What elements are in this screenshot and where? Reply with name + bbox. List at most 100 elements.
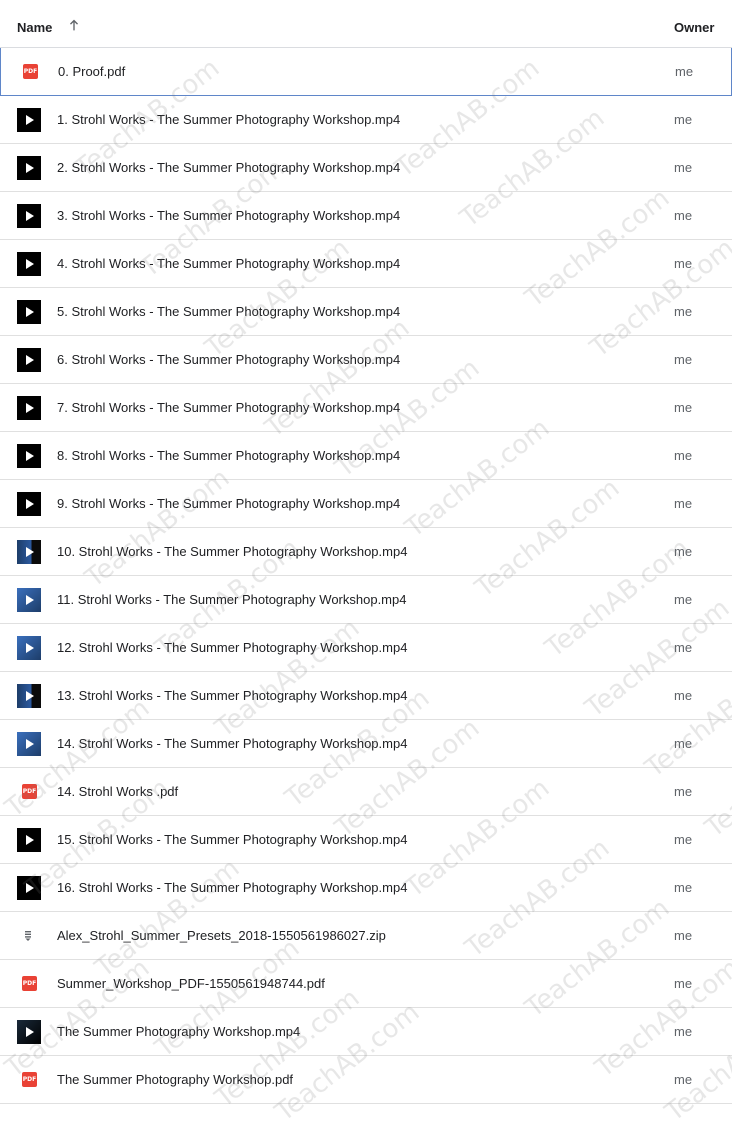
file-owner: me <box>674 976 693 991</box>
video-thumbnail <box>17 684 41 708</box>
file-name[interactable]: 14. Strohl Works .pdf <box>57 784 178 799</box>
play-icon <box>26 163 34 173</box>
file-row[interactable]: 10. Strohl Works - The Summer Photograph… <box>0 528 732 576</box>
file-row[interactable]: 3. Strohl Works - The Summer Photography… <box>0 192 732 240</box>
video-file-icon <box>17 876 41 900</box>
play-icon <box>26 835 34 845</box>
file-list: PDF 0. Proof.pdf me 1. Strohl Works - The S… <box>0 48 732 1104</box>
file-name[interactable]: 2. Strohl Works - The Summer Photography… <box>57 160 400 175</box>
video-thumbnail <box>17 876 41 900</box>
file-owner: me <box>674 880 693 895</box>
file-row[interactable]: 2. Strohl Works - The Summer Photography… <box>0 144 732 192</box>
video-file-icon <box>17 588 41 612</box>
play-icon <box>26 307 34 317</box>
video-file-icon <box>17 348 41 372</box>
play-icon <box>26 355 34 365</box>
file-name[interactable]: 6. Strohl Works - The Summer Photography… <box>57 352 400 367</box>
video-file-icon <box>17 252 41 276</box>
file-list-header: Name Owner <box>0 0 732 48</box>
file-row[interactable]: 14. Strohl Works - The Summer Photograph… <box>0 720 732 768</box>
video-thumbnail <box>17 636 41 660</box>
video-thumbnail <box>17 444 41 468</box>
file-name[interactable]: The Summer Photography Workshop.pdf <box>57 1072 293 1087</box>
play-icon <box>26 211 34 221</box>
video-thumbnail <box>17 348 41 372</box>
pdf-file-icon: PDF <box>18 60 42 84</box>
file-name[interactable]: 4. Strohl Works - The Summer Photography… <box>57 256 400 271</box>
file-name[interactable]: 8. Strohl Works - The Summer Photography… <box>57 448 400 463</box>
video-file-icon <box>17 636 41 660</box>
play-icon <box>26 499 34 509</box>
pdf-badge: PDF <box>22 976 37 991</box>
pdf-file-icon: PDF <box>17 1068 41 1092</box>
file-owner: me <box>674 160 693 175</box>
owner-column-header[interactable]: Owner <box>674 20 714 35</box>
video-thumbnail <box>17 588 41 612</box>
pdf-file-icon: PDF <box>17 780 41 804</box>
file-name[interactable]: 1. Strohl Works - The Summer Photography… <box>57 112 400 127</box>
file-name[interactable]: 5. Strohl Works - The Summer Photography… <box>57 304 400 319</box>
file-row[interactable]: 6. Strohl Works - The Summer Photography… <box>0 336 732 384</box>
file-name[interactable]: 14. Strohl Works - The Summer Photograph… <box>57 736 407 751</box>
file-row[interactable]: PDF 0. Proof.pdf me <box>0 48 732 96</box>
name-column-header[interactable]: Name <box>17 20 52 35</box>
file-name[interactable]: 16. Strohl Works - The Summer Photograph… <box>57 880 407 895</box>
video-thumbnail <box>17 252 41 276</box>
file-row[interactable]: 16. Strohl Works - The Summer Photograph… <box>0 864 732 912</box>
file-owner: me <box>674 1024 693 1039</box>
play-icon <box>26 643 34 653</box>
file-row[interactable]: 12. Strohl Works - The Summer Photograph… <box>0 624 732 672</box>
file-name[interactable]: 10. Strohl Works - The Summer Photograph… <box>57 544 407 559</box>
video-file-icon <box>17 108 41 132</box>
file-name[interactable]: 12. Strohl Works - The Summer Photograph… <box>57 640 407 655</box>
file-row[interactable]: 9. Strohl Works - The Summer Photography… <box>0 480 732 528</box>
play-icon <box>26 883 34 893</box>
file-name[interactable]: 3. Strohl Works - The Summer Photography… <box>57 208 400 223</box>
file-owner: me <box>675 64 694 79</box>
file-row[interactable]: 5. Strohl Works - The Summer Photography… <box>0 288 732 336</box>
file-row[interactable]: 11. Strohl Works - The Summer Photograph… <box>0 576 732 624</box>
file-name[interactable]: 15. Strohl Works - The Summer Photograph… <box>57 832 407 847</box>
file-owner: me <box>674 640 693 655</box>
file-row[interactable]: 1. Strohl Works - The Summer Photography… <box>0 96 732 144</box>
zip-file-icon <box>17 924 41 948</box>
file-name[interactable]: 13. Strohl Works - The Summer Photograph… <box>57 688 407 703</box>
file-row[interactable]: Alex_Strohl_Summer_Presets_2018-15505619… <box>0 912 732 960</box>
video-file-icon <box>17 732 41 756</box>
file-name[interactable]: Alex_Strohl_Summer_Presets_2018-15505619… <box>57 928 386 943</box>
file-row[interactable]: 4. Strohl Works - The Summer Photography… <box>0 240 732 288</box>
play-icon <box>26 259 34 269</box>
video-file-icon <box>17 684 41 708</box>
file-name[interactable]: 7. Strohl Works - The Summer Photography… <box>57 400 400 415</box>
video-thumbnail <box>17 156 41 180</box>
file-name[interactable]: 11. Strohl Works - The Summer Photograph… <box>57 592 406 607</box>
video-file-icon <box>17 1020 41 1044</box>
file-owner: me <box>674 928 693 943</box>
file-row[interactable]: PDF The Summer Photography Workshop.pdf me <box>0 1056 732 1104</box>
file-name[interactable]: 0. Proof.pdf <box>58 64 125 79</box>
file-name[interactable]: Summer_Workshop_PDF-1550561948744.pdf <box>57 976 325 991</box>
play-icon <box>26 115 34 125</box>
video-thumbnail <box>17 108 41 132</box>
file-name[interactable]: The Summer Photography Workshop.mp4 <box>57 1024 300 1039</box>
file-row[interactable]: PDF 14. Strohl Works .pdf me <box>0 768 732 816</box>
play-icon <box>26 403 34 413</box>
file-owner: me <box>674 304 693 319</box>
file-row[interactable]: PDF Summer_Workshop_PDF-1550561948744.pdf… <box>0 960 732 1008</box>
video-file-icon <box>17 156 41 180</box>
file-owner: me <box>674 544 693 559</box>
video-thumbnail <box>17 1020 41 1044</box>
video-file-icon <box>17 396 41 420</box>
file-name[interactable]: 9. Strohl Works - The Summer Photography… <box>57 496 400 511</box>
file-row[interactable]: 8. Strohl Works - The Summer Photography… <box>0 432 732 480</box>
video-file-icon <box>17 828 41 852</box>
pdf-badge: PDF <box>22 784 37 799</box>
file-row[interactable]: 15. Strohl Works - The Summer Photograph… <box>0 816 732 864</box>
arrow-upward-icon[interactable] <box>66 17 82 33</box>
file-row[interactable]: 13. Strohl Works - The Summer Photograph… <box>0 672 732 720</box>
file-row[interactable]: 7. Strohl Works - The Summer Photography… <box>0 384 732 432</box>
file-owner: me <box>674 592 693 607</box>
video-thumbnail <box>17 492 41 516</box>
file-owner: me <box>674 448 693 463</box>
file-row[interactable]: The Summer Photography Workshop.mp4 me <box>0 1008 732 1056</box>
